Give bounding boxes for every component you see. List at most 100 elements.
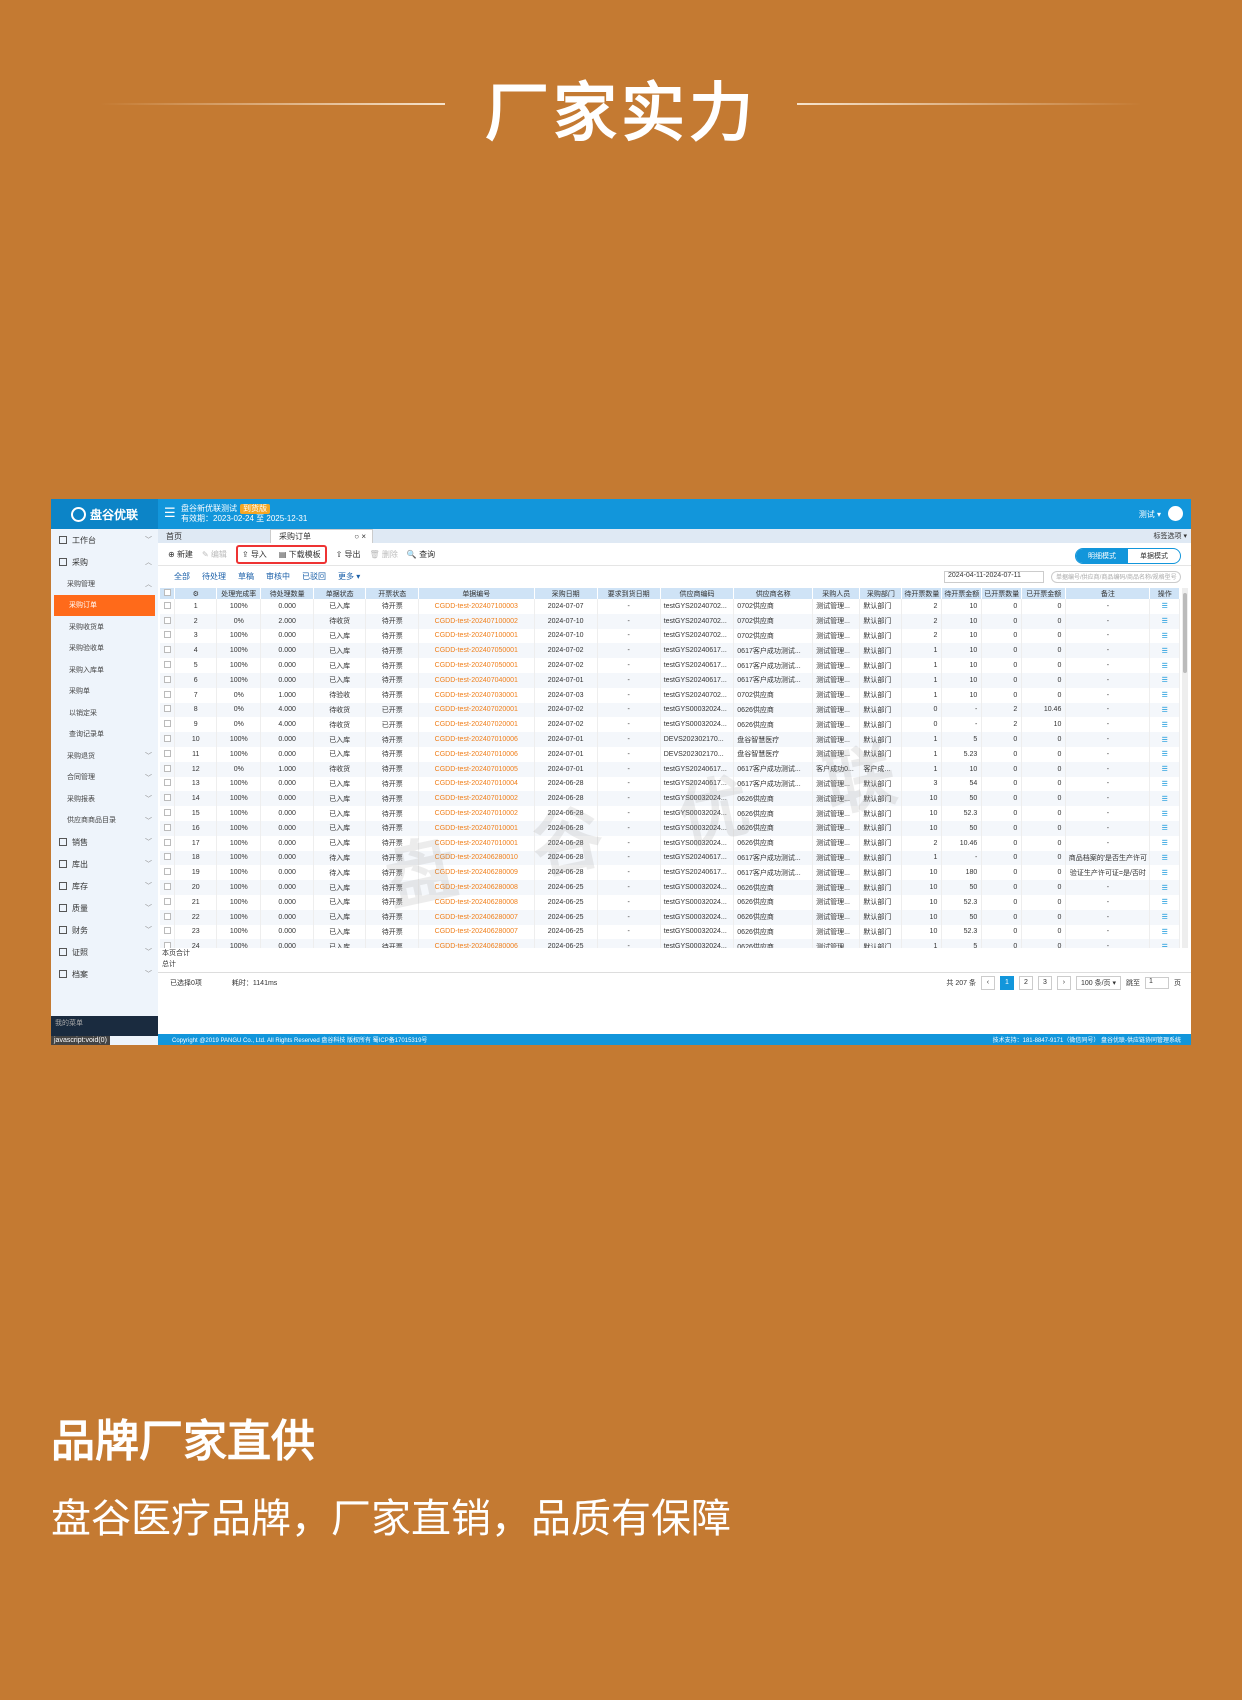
- document-mode-button[interactable]: 单据模式: [1128, 549, 1180, 563]
- row-checkbox[interactable]: [163, 764, 171, 772]
- row-checkbox[interactable]: [163, 912, 171, 920]
- sidebar-item-workbench[interactable]: 工作台 ﹀: [51, 529, 158, 551]
- delete-button[interactable]: 🗑 删除: [370, 549, 398, 560]
- tab-purchase-order[interactable]: 采购订单 ○ ×: [270, 529, 373, 543]
- app-logo[interactable]: 盘谷优联: [51, 499, 158, 529]
- sidebar-item-purchase-order[interactable]: 采购订单: [54, 594, 155, 616]
- table-row[interactable]: 9 0% 4.000 待收货 已开票 CGDD-test-202407020001 2024…: [160, 717, 1180, 733]
- filter-draft[interactable]: 草稿: [238, 571, 254, 582]
- sidebar-footer[interactable]: 我的菜单: [51, 1016, 158, 1036]
- column-header[interactable]: 供应商编码: [660, 588, 735, 599]
- row-checkbox[interactable]: [163, 690, 171, 698]
- row-actions-icon[interactable]: ☰: [1162, 633, 1168, 640]
- row-checkbox[interactable]: [163, 675, 171, 683]
- sidebar-item-license[interactable]: 证照 ﹀: [51, 941, 158, 963]
- sidebar-item[interactable]: 供应商商品目录 ﹀: [51, 810, 158, 832]
- row-checkbox[interactable]: [163, 601, 171, 609]
- column-header[interactable]: 要求到货日期: [597, 588, 661, 599]
- table-cell[interactable]: CGDD-test-202407010004: [418, 776, 535, 792]
- table-row[interactable]: 5 100% 0.000 已入库 待开票 CGDD-test-202407050001 20…: [160, 658, 1180, 673]
- table-row[interactable]: 1 100% 0.000 已入库 待开票 CGDD-test-202407100003 20…: [160, 599, 1180, 614]
- row-actions-icon[interactable]: ☰: [1162, 707, 1168, 714]
- sidebar-item-quality[interactable]: 质量 ﹀: [51, 897, 158, 919]
- row-checkbox[interactable]: [163, 631, 171, 639]
- next-page-button[interactable]: ›: [1056, 976, 1071, 990]
- table-cell[interactable]: CGDD-test-202407020001: [418, 702, 535, 718]
- row-checkbox[interactable]: [163, 705, 171, 713]
- filter-reviewing[interactable]: 审核中: [266, 571, 290, 582]
- table-cell[interactable]: CGDD-test-202407020001: [418, 717, 535, 733]
- row-actions-icon[interactable]: ☰: [1162, 737, 1168, 744]
- edit-button[interactable]: ✎ 编辑: [202, 549, 227, 560]
- row-actions-icon[interactable]: ☰: [1162, 796, 1168, 803]
- new-button[interactable]: ⊕ 新建: [168, 549, 193, 560]
- menu-icon[interactable]: ☰: [164, 505, 176, 521]
- table-cell[interactable]: CGDD-test-202407050001: [418, 643, 535, 659]
- select-all-checkbox[interactable]: [163, 589, 171, 596]
- row-checkbox[interactable]: [163, 779, 171, 787]
- query-button[interactable]: 🔍 查询: [407, 549, 435, 560]
- table-row[interactable]: 3 100% 0.000 已入库 待开票 CGDD-test-202407100001 20…: [160, 628, 1180, 644]
- column-header[interactable]: 单据编号: [418, 588, 535, 599]
- sidebar-item[interactable]: 查询记录单: [51, 724, 158, 746]
- table-cell[interactable]: CGDD-test-202407100002: [418, 613, 535, 629]
- row-actions-icon[interactable]: ☰: [1162, 870, 1168, 877]
- sidebar-item-purchase[interactable]: 采购 ︿: [51, 551, 158, 573]
- column-header[interactable]: 操作: [1149, 588, 1180, 599]
- sidebar-item[interactable]: 采购单: [51, 681, 158, 703]
- column-header[interactable]: 待开票数量: [901, 588, 943, 599]
- column-header[interactable]: 已开票金额: [1021, 588, 1067, 599]
- column-header[interactable]: 采购人员: [812, 588, 861, 599]
- column-header[interactable]: 单据状态: [313, 588, 367, 599]
- search-input[interactable]: 单据编号/供应商/商品编码/商品名称/规格型号: [1051, 571, 1181, 583]
- row-checkbox[interactable]: [163, 720, 171, 728]
- tab-home[interactable]: 首页: [158, 530, 190, 543]
- vertical-scrollbar[interactable]: [1182, 588, 1188, 948]
- table-row[interactable]: 24 100% 0.000 已入库 待开票 CGDD-test-202406280006 2…: [160, 939, 1180, 948]
- row-actions-icon[interactable]: ☰: [1162, 855, 1168, 862]
- row-checkbox[interactable]: [163, 646, 171, 654]
- row-actions-icon[interactable]: ☰: [1162, 899, 1168, 906]
- column-header[interactable]: [160, 588, 176, 599]
- row-actions-icon[interactable]: ☰: [1162, 811, 1168, 818]
- table-cell[interactable]: CGDD-test-202407100003: [418, 599, 535, 614]
- row-checkbox[interactable]: [163, 823, 171, 831]
- row-actions-icon[interactable]: ☰: [1162, 929, 1168, 936]
- table-row[interactable]: 23 100% 0.000 已入库 待开票 CGDD-test-202406280007 2…: [160, 924, 1180, 940]
- row-actions-icon[interactable]: ☰: [1162, 603, 1168, 610]
- page-3-button[interactable]: 3: [1037, 976, 1052, 990]
- column-header[interactable]: ⚙: [174, 588, 218, 599]
- column-header[interactable]: 待处理数量: [260, 588, 314, 599]
- filter-all[interactable]: 全部: [174, 571, 190, 582]
- row-actions-icon[interactable]: ☰: [1162, 618, 1168, 625]
- column-header[interactable]: 采购部门: [859, 588, 903, 599]
- row-actions-icon[interactable]: ☰: [1162, 885, 1168, 892]
- row-actions-icon[interactable]: ☰: [1162, 722, 1168, 729]
- sidebar-item-finance[interactable]: 财务 ﹀: [51, 919, 158, 941]
- filter-rejected[interactable]: 已驳回: [302, 571, 326, 582]
- row-actions-icon[interactable]: ☰: [1162, 663, 1168, 670]
- row-checkbox[interactable]: [163, 661, 171, 669]
- goto-page-input[interactable]: 1: [1145, 977, 1169, 989]
- export-button[interactable]: ⇧ 导出: [336, 549, 361, 560]
- row-actions-icon[interactable]: ☰: [1162, 766, 1168, 773]
- column-header[interactable]: 供应商名称: [733, 588, 814, 599]
- sidebar-item[interactable]: 以销定采: [51, 702, 158, 724]
- date-range-input[interactable]: 2024-04-11-2024-07-11: [944, 571, 1044, 583]
- table-cell[interactable]: CGDD-test-202407050001: [418, 658, 535, 673]
- row-actions-icon[interactable]: ☰: [1162, 648, 1168, 655]
- table-row[interactable]: 19 100% 0.000 待入库 待开票 CGDD-test-202406280009 2…: [160, 865, 1180, 881]
- filter-pending[interactable]: 待处理: [202, 571, 226, 582]
- user-menu[interactable]: 测试 ▾: [1139, 509, 1161, 520]
- page-1-button[interactable]: 1: [999, 976, 1014, 990]
- sidebar-item-archive[interactable]: 档案 ﹀: [51, 963, 158, 985]
- row-checkbox[interactable]: [163, 927, 171, 935]
- table-row[interactable]: 20 100% 0.000 已入库 待开票 CGDD-test-202406280008 2…: [160, 880, 1180, 895]
- table-cell[interactable]: CGDD-test-202407040001: [418, 672, 535, 688]
- row-checkbox[interactable]: [163, 897, 171, 905]
- sidebar-item-outbound[interactable]: 库出 ﹀: [51, 853, 158, 875]
- import-button[interactable]: ⇪ 导入: [242, 549, 267, 560]
- table-row[interactable]: 11 100% 0.000 已入库 待开票 CGDD-test-202407010006 2…: [160, 746, 1180, 762]
- row-actions-icon[interactable]: ☰: [1162, 914, 1168, 921]
- table-row[interactable]: 21 100% 0.000 已入库 待开票 CGDD-test-202406280008 2…: [160, 894, 1180, 910]
